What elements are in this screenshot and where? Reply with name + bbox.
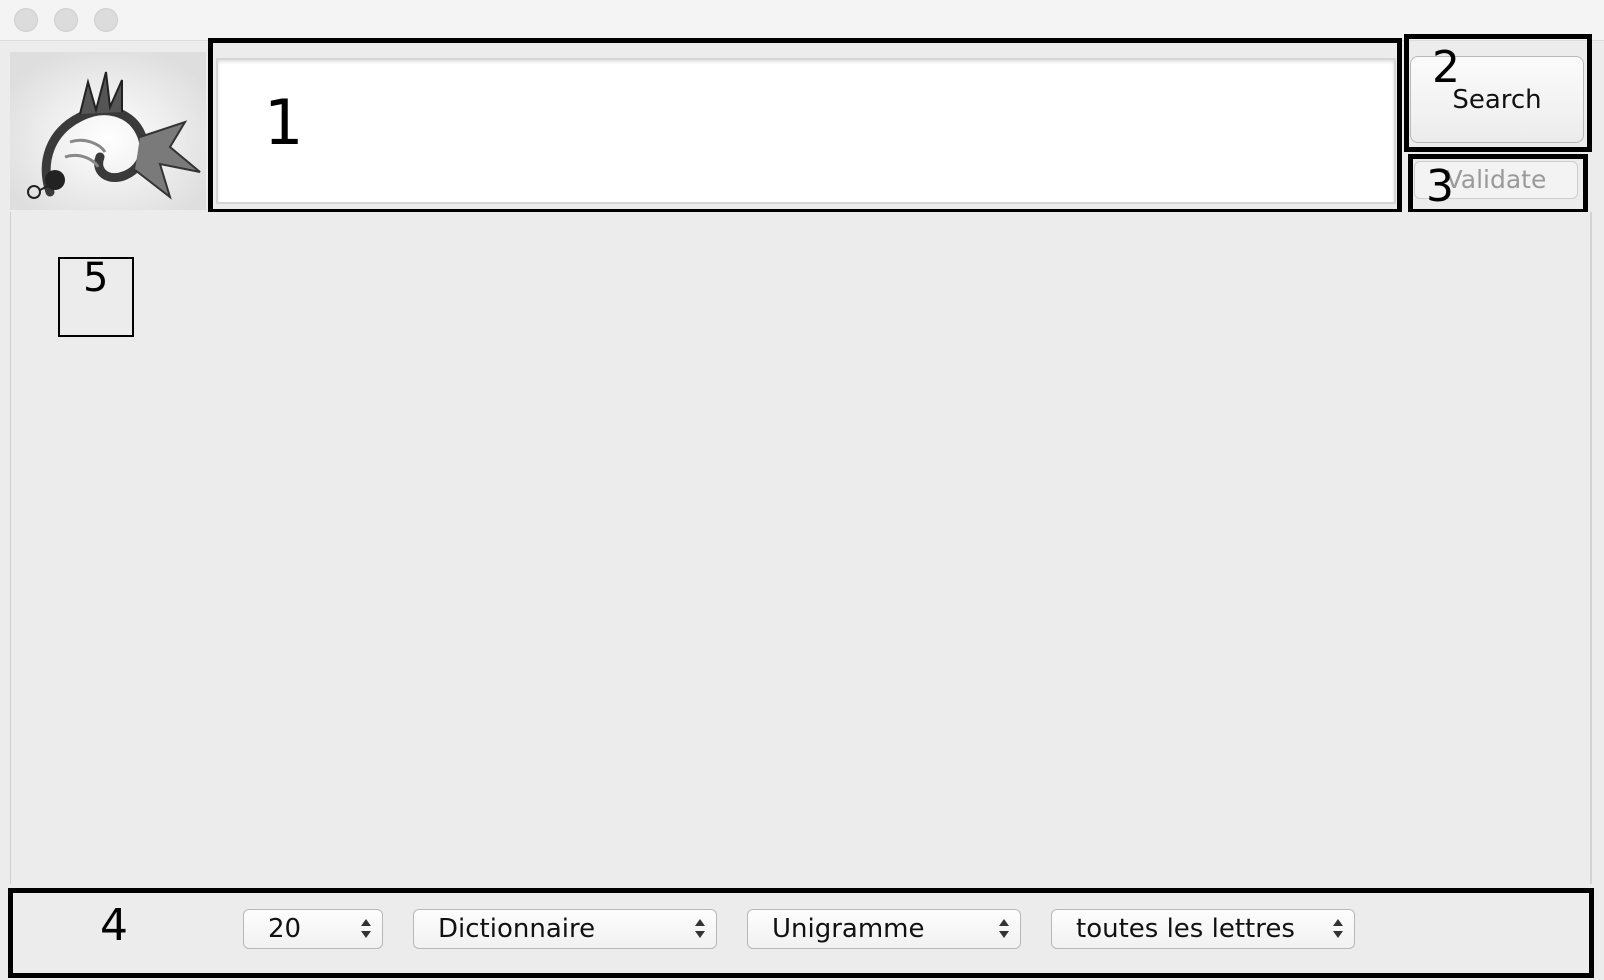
minimize-window-button[interactable] — [54, 8, 78, 32]
annotation-box-search-field — [208, 38, 1402, 214]
results-scroll-edge — [1590, 212, 1592, 884]
annotation-label-3: 3 — [1426, 161, 1454, 212]
close-window-button[interactable] — [14, 8, 38, 32]
annotation-label-2: 2 — [1432, 42, 1460, 93]
annotation-label-1: 1 — [264, 86, 304, 159]
results-panel — [10, 212, 1591, 884]
annotation-label-5: 5 — [83, 255, 109, 301]
annotation-label-4: 4 — [100, 900, 128, 951]
annotation-box-options-bar — [8, 888, 1594, 978]
title-bar — [0, 0, 1604, 41]
dragon-fish-icon — [10, 52, 206, 210]
zoom-window-button[interactable] — [94, 8, 118, 32]
